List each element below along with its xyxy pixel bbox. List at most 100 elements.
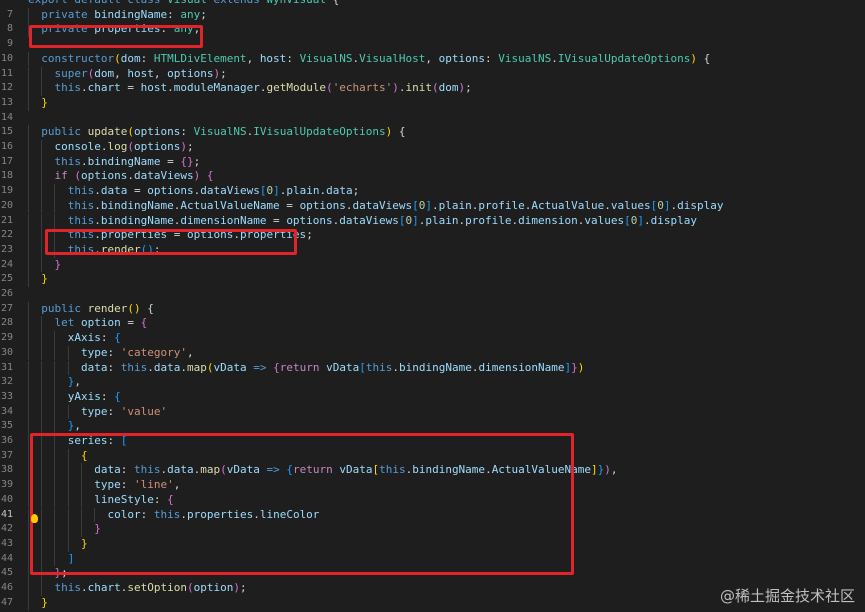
code-token: : xyxy=(485,51,499,65)
indent-guide xyxy=(41,198,43,214)
code-token: display xyxy=(677,198,724,212)
code-token: . xyxy=(604,198,611,212)
indent-guide xyxy=(28,507,29,523)
code-editor[interactable]: export default class Visual extends WynV… xyxy=(0,0,865,612)
indent-guide xyxy=(28,581,29,596)
code-line[interactable]: 26 xyxy=(0,287,865,302)
line-number: 10 xyxy=(0,52,13,64)
code-token: . xyxy=(80,154,88,168)
code-line[interactable]: 11 super(dom, host, options); xyxy=(0,66,865,82)
code-line[interactable]: 30 type: 'category', xyxy=(0,345,865,361)
code-line[interactable]: 19 this.data = options.dataViews[0].plai… xyxy=(0,184,865,199)
line-code: if (options.dataViews) { xyxy=(28,169,213,184)
code-token: dimension xyxy=(518,213,578,227)
code-token: this xyxy=(28,198,95,212)
code-token: { xyxy=(114,389,121,403)
indent-guide xyxy=(41,213,43,229)
indent-guide xyxy=(28,375,29,390)
code-token: vData xyxy=(213,360,247,374)
line-number: 43 xyxy=(0,537,13,549)
line-code: private bindingName: any; xyxy=(28,8,207,23)
code-token: private xyxy=(28,7,95,21)
code-token: host xyxy=(127,66,154,80)
line-number: 35 xyxy=(0,420,13,432)
code-line[interactable]: 21 this.bindingName.dimensionName = opti… xyxy=(0,213,865,229)
code-line[interactable]: 16 console.log(options); xyxy=(0,140,865,155)
indent-guide xyxy=(28,419,29,434)
line-code: constructor(dom: HTMLDivElement, host: V… xyxy=(28,52,710,67)
code-line[interactable]: 18 if (options.dataViews) { xyxy=(0,169,865,185)
code-token: ) xyxy=(577,360,585,374)
code-line[interactable]: 24 } xyxy=(0,257,865,273)
line-number: 45 xyxy=(0,567,13,579)
code-token: { xyxy=(392,125,406,139)
code-line[interactable]: 31 data: this.data.map(vData => {return … xyxy=(0,360,865,376)
indent-guide xyxy=(28,448,29,464)
code-line[interactable]: 20 this.bindingName.ActualValueName = op… xyxy=(0,198,865,214)
line-number: 31 xyxy=(0,361,13,373)
code-token: ] xyxy=(273,184,280,198)
code-line[interactable]: 28 let option = { xyxy=(0,316,865,332)
code-token: . xyxy=(551,51,558,65)
code-token: values xyxy=(610,198,651,212)
code-token: } xyxy=(571,360,578,374)
line-code: export default class Visual extends WynV… xyxy=(28,0,339,8)
code-line[interactable]: 27 public render() { xyxy=(0,301,865,317)
code-token: ; xyxy=(186,140,194,153)
code-token: super xyxy=(28,66,88,80)
code-line[interactable]: 7 private bindingName: any; xyxy=(0,7,865,23)
indent-guide xyxy=(28,257,29,273)
code-token: VisualNS xyxy=(498,51,552,65)
code-line[interactable]: 14 xyxy=(0,111,865,126)
code-line[interactable]: 12 this.chart = host.moduleManager.getMo… xyxy=(0,81,865,96)
line-code: this.bindingName.ActualValueName = optio… xyxy=(28,198,724,214)
code-line[interactable]: 33 yAxis: { xyxy=(0,389,865,405)
line-code: console.log(options); xyxy=(28,140,194,155)
code-line[interactable]: 34 type: 'value' xyxy=(0,404,865,420)
code-token: VisualHost xyxy=(359,51,426,65)
indent-guide xyxy=(41,228,43,243)
indent-guide xyxy=(28,51,29,67)
code-token: 0 xyxy=(657,198,664,212)
code-line[interactable]: 25 } xyxy=(0,272,865,287)
code-token: map xyxy=(186,360,207,374)
code-token: [ xyxy=(398,213,406,227)
indent-guide xyxy=(28,463,29,479)
code-token: let xyxy=(28,316,81,330)
line-number: 26 xyxy=(0,288,13,299)
code-token: display xyxy=(650,213,697,227)
line-code: } xyxy=(28,258,61,273)
code-token: [ xyxy=(624,213,631,227)
code-line[interactable]: 17 this.bindingName = {}; xyxy=(0,154,865,170)
code-token: ] xyxy=(591,463,598,477)
code-token: render xyxy=(87,301,128,315)
code-token: export xyxy=(28,0,74,6)
indent-guide xyxy=(41,154,43,170)
line-code: } xyxy=(28,596,48,611)
code-line[interactable]: export default class Visual extends WynV… xyxy=(0,0,865,8)
code-token: plain xyxy=(425,213,459,227)
code-token: dimensionName xyxy=(478,360,565,374)
code-line[interactable]: 10 constructor(dom: HTMLDivElement, host… xyxy=(0,51,865,67)
code-line[interactable]: 29 xAxis: { xyxy=(0,331,865,346)
line-number: 13 xyxy=(0,96,13,108)
code-line[interactable]: 32 }, xyxy=(0,375,865,390)
indent-guide xyxy=(54,360,56,376)
code-token: . xyxy=(94,198,101,212)
indent-guide xyxy=(54,331,56,346)
code-token: } xyxy=(28,375,75,389)
code-line[interactable]: 13 } xyxy=(0,95,865,111)
code-token: . xyxy=(94,184,101,198)
code-token: ( xyxy=(127,140,134,153)
indent-guide xyxy=(54,404,56,420)
code-token: options xyxy=(80,169,128,183)
code-token: any xyxy=(180,7,201,21)
lightbulb-icon[interactable] xyxy=(31,514,38,523)
code-line[interactable]: 15 public update(options: VisualNS.IVisu… xyxy=(0,125,865,140)
indent-guide xyxy=(41,316,43,332)
code-line[interactable]: 35 }, xyxy=(0,419,865,434)
indent-guide xyxy=(28,434,29,449)
indent-guide xyxy=(28,316,29,332)
line-number: 16 xyxy=(0,141,13,152)
code-token: [ xyxy=(359,360,366,374)
